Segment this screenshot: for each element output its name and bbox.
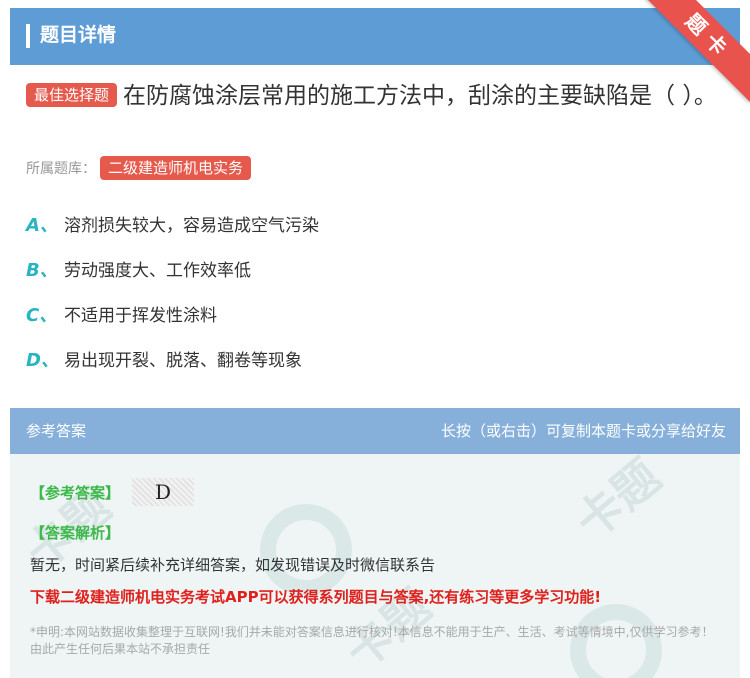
watermark-ring: [260, 504, 352, 596]
disclaimer: *申明:本网站数据收集整理于互联网!我们并未能对答案信息进行核对!本信息不能用于…: [30, 625, 714, 656]
option-text: 劳动强度大、工作效率低: [64, 261, 251, 281]
explanation-label: 【答案解析】: [30, 524, 121, 542]
option-b[interactable]: B、 劳动强度大、工作效率低: [26, 258, 251, 284]
question-text: 在防腐蚀涂层常用的施工方法中，刮涂的主要缺陷是（ ）。: [123, 83, 717, 109]
question-type-badge: 最佳选择题: [26, 83, 118, 107]
page-title: 题目详情: [40, 24, 117, 46]
answer-section-title: 参考答案: [26, 422, 87, 440]
page-header: 题目详情: [10, 8, 740, 65]
option-letter: B、: [26, 260, 58, 281]
option-letter: A、: [26, 215, 58, 236]
answer-body: 卡题 卡题 卡题 【参考答案】 D 【答案解析】 暂无，时间紧后续补充详细答案，…: [10, 454, 740, 678]
option-a[interactable]: A、 溶剂损失较大，容易造成空气污染: [26, 213, 319, 239]
header-accent-bar: [26, 24, 30, 48]
question: 最佳选择题 在防腐蚀涂层常用的施工方法中，刮涂的主要缺陷是（ ）。: [26, 76, 726, 116]
answer-label: 【参考答案】: [30, 484, 121, 502]
option-c[interactable]: C、 不适用于挥发性涂料: [26, 303, 217, 329]
option-text: 溶剂损失较大，容易造成空气污染: [64, 216, 319, 236]
option-text: 易出现开裂、脱落、翻卷等现象: [64, 351, 302, 371]
option-letter: D、: [26, 350, 59, 371]
share-hint: 长按（或右击）可复制本题卡或分享给好友: [440, 422, 726, 440]
explanation-text: 暂无，时间紧后续补充详细答案，如发现错误及时微信联系告: [30, 556, 436, 574]
watermark-logo: 卡题: [565, 454, 671, 550]
answer-value-image: D: [132, 478, 194, 506]
app-download-link[interactable]: 下载二级建造师机电实务考试APP可以获得系列题目与答案,还有练习等更多学习功能!: [30, 586, 601, 607]
source-label: 所属题库：: [26, 161, 96, 177]
option-text: 不适用于挥发性涂料: [64, 306, 217, 326]
option-d[interactable]: D、 易出现开裂、脱落、翻卷等现象: [26, 348, 302, 374]
question-source: 所属题库： 二级建造师机电实务: [26, 156, 257, 182]
answer-header: 参考答案 长按（或右击）可复制本题卡或分享给好友: [10, 408, 740, 454]
option-letter: C、: [26, 305, 58, 326]
source-bank-badge[interactable]: 二级建造师机电实务: [100, 156, 252, 180]
